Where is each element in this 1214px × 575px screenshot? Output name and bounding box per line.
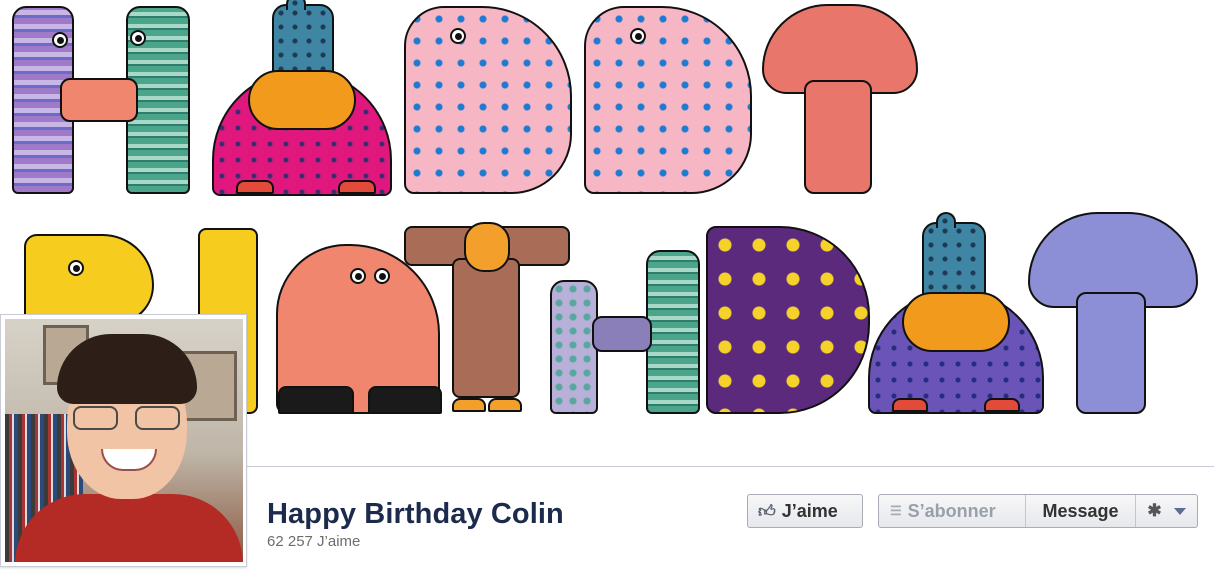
letter-h2-right	[646, 250, 700, 414]
letter-r-foot-right	[368, 386, 442, 414]
letter-b-yellow	[24, 234, 154, 324]
letter-a-foot-left	[236, 180, 274, 194]
letter-h-crossbar	[60, 78, 138, 122]
letter-y2-stem	[1076, 292, 1146, 414]
letter-t-stem	[452, 258, 520, 398]
letter-p1	[404, 6, 572, 194]
letter-h-eye-left	[52, 32, 68, 48]
thumbs-up-icon: 👍︎	[758, 501, 776, 521]
letter-y-stem	[804, 80, 872, 194]
letter-p2-eye	[630, 28, 646, 44]
page-title[interactable]: Happy Birthday Colin	[267, 496, 564, 532]
letter-h-eye-right	[130, 30, 146, 46]
subscribe-button-label: S’abonner	[907, 500, 996, 521]
letter-b-eye	[68, 260, 84, 276]
gear-icon: ✱	[1147, 501, 1162, 520]
likes-count: 62 257 J’aime	[267, 533, 361, 550]
profile-picture[interactable]	[0, 314, 247, 567]
boy-shirt	[15, 494, 243, 562]
letter-a-foot-right	[338, 180, 376, 194]
profile-photo-image	[5, 319, 243, 562]
letter-p1-eye	[450, 28, 466, 44]
boy-glasses	[73, 406, 185, 432]
letter-a2-foot-right	[984, 398, 1020, 412]
letter-r-eye-right	[374, 268, 390, 284]
boy-hair	[57, 334, 197, 404]
letter-p2	[584, 6, 752, 194]
letter-t-foot-left	[452, 398, 486, 412]
settings-dropdown-button[interactable]: ✱	[1136, 495, 1197, 527]
letter-t-foot-right	[488, 398, 522, 412]
message-button-label: Message	[1042, 500, 1119, 521]
letter-d	[706, 226, 870, 414]
letter-a2-foot-left	[892, 398, 928, 412]
letter-h2-crossbar	[592, 316, 652, 352]
letter-a2-belly	[902, 292, 1010, 352]
letter-t-head	[464, 222, 510, 272]
letter-r-foot-left	[278, 386, 354, 414]
like-button[interactable]: 👍︎ J’aime	[747, 494, 863, 528]
letter-a-belly	[248, 70, 356, 130]
caret-down-icon	[1173, 507, 1186, 515]
message-button[interactable]: Message	[1026, 495, 1136, 527]
letter-r-eye-left	[350, 268, 366, 284]
like-button-label: J’aime	[781, 500, 838, 521]
page-actions-group: ☰ S’abonner Message ✱	[878, 494, 1198, 528]
subscribe-button[interactable]: ☰ S’abonner	[879, 495, 1026, 527]
rss-icon: ☰	[890, 503, 902, 518]
letter-h2-left	[550, 280, 598, 414]
